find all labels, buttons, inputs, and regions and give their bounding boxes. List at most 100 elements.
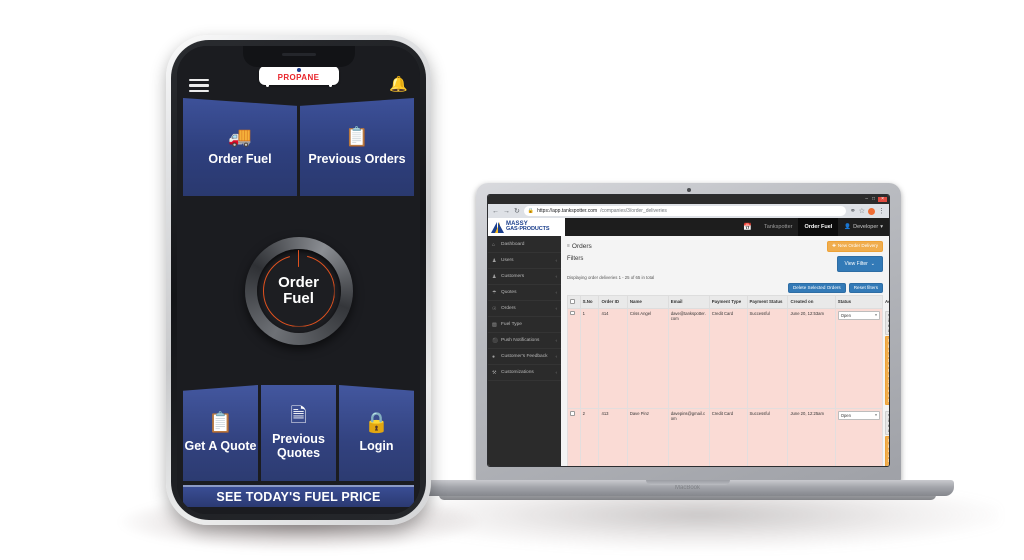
select-all-checkbox[interactable]: [570, 299, 575, 304]
sidebar-item-label: Users: [501, 258, 514, 263]
chevron-down-icon: ▾: [875, 413, 877, 418]
calendar-icon[interactable]: 📅: [737, 218, 758, 236]
status-select[interactable]: Open ▾: [837, 411, 880, 421]
orders-table: S.No Order ID Name Email Payment Type Payment…: [567, 295, 889, 466]
row-checkbox[interactable]: [570, 310, 575, 316]
chevron-down-icon: ▾: [880, 224, 883, 230]
sidebar: ⌂ Dashboard ♟ Users ‹ ♟ Customers ‹ ☂ Quotes ‹ ☉ Ord…: [488, 236, 561, 466]
browser-menu-icon[interactable]: ⋮: [878, 208, 885, 215]
page-header: ≡ Orders ✚ New Order Delivery: [567, 241, 883, 252]
tile-order-fuel[interactable]: 🚚 Order Fuel: [183, 98, 297, 196]
sidebar-item-customers[interactable]: ♟ Customers ‹: [488, 269, 561, 285]
browser-toolbar: ← → ↻ 🔒 https://app.tankspotter.com/comp…: [488, 204, 889, 218]
window-minimize-icon[interactable]: –: [864, 197, 869, 202]
sidebar-item-fuel-type[interactable]: ▧ Fuel Type: [488, 317, 561, 333]
forward-icon[interactable]: →: [503, 208, 510, 215]
column-header-payment-type[interactable]: Payment Type: [708, 295, 748, 309]
laptop-lid: – □ × ← → ↻ 🔒 https://app.tankspotter.co…: [476, 183, 901, 483]
table-row[interactable]: 1 414 Criss Angel dave@tankspotter.com Credi…: [567, 307, 889, 410]
extension-icon[interactable]: ⚭: [850, 208, 856, 215]
row-checkbox[interactable]: [570, 411, 575, 416]
reset-filters-button[interactable]: Reset filters: [848, 282, 883, 294]
sidebar-icon: ☉: [492, 305, 497, 312]
row-select-cell[interactable]: [567, 307, 581, 410]
sidebar-item-label: Dashboard: [501, 242, 525, 247]
column-header-created-on[interactable]: Created on: [787, 295, 836, 309]
logo-propane-text: PROPANE: [277, 73, 320, 82]
cell-order-id: 414: [598, 307, 628, 410]
sidebar-item-customizations[interactable]: ⚒ Customizations ‹: [488, 365, 561, 381]
sidebar-icon: ♟: [492, 273, 497, 280]
url-path: /companies/3/order_deliveries: [600, 208, 667, 214]
new-order-delivery-button[interactable]: ✚ New Order Delivery: [827, 241, 883, 252]
update-payment-button[interactable]: Update Payment: [884, 335, 889, 406]
tile-get-a-quote[interactable]: 📋 Get A Quote: [183, 385, 258, 481]
avatar[interactable]: [868, 207, 875, 215]
macbook-label: MacBook: [674, 485, 700, 491]
sidebar-item-quotes[interactable]: ☂ Quotes ‹: [488, 285, 561, 301]
power-bar-icon: [297, 249, 300, 267]
window-close-icon[interactable]: ×: [878, 197, 887, 202]
sidebar-item-users[interactable]: ♟ Users ‹: [488, 253, 561, 269]
nav-item-tankspotter[interactable]: Tankspotter: [758, 218, 798, 236]
fuel-price-bar[interactable]: SEE TODAY'S FUEL PRICE: [183, 485, 414, 507]
order-fuel-knob-button[interactable]: Order Fuel: [244, 236, 353, 345]
tile-login[interactable]: 🔒 Login: [339, 385, 414, 481]
tile-previous-orders-label: Previous Orders: [308, 151, 406, 166]
sidebar-item-customer-s-feedback[interactable]: ● Customer's Feedback ‹: [488, 349, 561, 365]
laptop-mockup: – □ × ← → ↻ 🔒 https://app.tankspotter.co…: [421, 183, 954, 513]
sidebar-item-orders[interactable]: ☉ Orders ‹: [488, 301, 561, 317]
cell-email: davepins@gmail.com: [667, 408, 710, 466]
column-header-payment-status[interactable]: Payment Status: [746, 295, 789, 309]
phone-screen: 🔔 ORDER PROPANE 🚚 Order Fuel 📋 Previous: [177, 46, 420, 514]
star-icon[interactable]: ☆: [859, 208, 865, 215]
filters-row: Filters View Filter ⌄: [567, 255, 883, 272]
laptop-base: MacBook: [421, 480, 954, 496]
update-payment-button[interactable]: Update Payment: [884, 436, 889, 466]
user-icon: 👤: [844, 224, 852, 230]
view-filter-button[interactable]: View Filter ⌄: [836, 255, 883, 272]
row-select-cell[interactable]: [567, 408, 581, 466]
hamburger-menu-icon[interactable]: [189, 78, 209, 92]
view-button[interactable]: View: [884, 411, 889, 436]
column-header-order-id[interactable]: Order ID: [598, 295, 628, 309]
sidebar-item-dashboard[interactable]: ⌂ Dashboard: [488, 237, 561, 253]
column-header-name[interactable]: Name: [626, 295, 669, 309]
chevron-right-icon: ‹: [555, 370, 558, 375]
cell-name: Dave Pinz: [626, 408, 669, 466]
sidebar-item-push-notifications[interactable]: ⚫ Push Notifications ‹: [488, 333, 561, 349]
cell-created-on: June 20, 12:53am: [787, 307, 836, 410]
brand-logo[interactable]: MASSY GAS·PRODUCTS: [488, 218, 565, 236]
nav-item-order-fuel[interactable]: Order Fuel: [798, 218, 839, 236]
cell-payment-type: Credit Card: [708, 307, 748, 410]
delete-selected-orders-button[interactable]: Delete Selected Orders: [787, 282, 846, 294]
lock-icon: 🔒: [527, 208, 535, 214]
table-row[interactable]: 2 413 Dave Pinz davepins@gmail.com Credit Ca…: [567, 408, 889, 466]
cell-status[interactable]: Open ▾: [834, 307, 883, 410]
cell-payment-status: Successful: [746, 408, 789, 466]
plus-icon: ✚: [832, 243, 836, 248]
back-icon[interactable]: ←: [492, 208, 499, 215]
cell-order-id: 413: [598, 408, 628, 466]
status-select[interactable]: Open ▾: [837, 310, 880, 320]
address-bar[interactable]: 🔒 https://app.tankspotter.com/companies/…: [523, 206, 846, 216]
column-header-status[interactable]: Status: [834, 295, 883, 309]
browser-actions: ⚭ ☆ ⋮: [850, 207, 885, 215]
user-menu[interactable]: 👤 Developer ▾: [838, 218, 889, 236]
cell-created-on: June 20, 12:25am: [787, 408, 836, 466]
view-button[interactable]: View: [884, 310, 889, 335]
tile-previous-quotes[interactable]: 🗎 Previous Quotes: [261, 385, 336, 481]
reload-icon[interactable]: ↻: [514, 208, 520, 215]
bell-icon[interactable]: 🔔: [389, 77, 408, 92]
status-value: Open: [840, 312, 851, 318]
select-all-header[interactable]: [567, 295, 581, 309]
cell-status[interactable]: Open ▾: [834, 408, 883, 466]
column-header-s-no[interactable]: S.No: [579, 295, 600, 309]
window-maximize-icon[interactable]: □: [871, 197, 876, 202]
status-value: Open: [840, 413, 851, 419]
column-header-email[interactable]: Email: [667, 295, 710, 309]
orders-table-body: 1 414 Criss Angel dave@tankspotter.com Credi…: [567, 307, 889, 466]
tile-previous-orders[interactable]: 📋 Previous Orders: [300, 98, 414, 196]
knob-inner: Order Fuel: [256, 248, 341, 333]
tile-get-a-quote-label: Get A Quote: [184, 438, 257, 453]
